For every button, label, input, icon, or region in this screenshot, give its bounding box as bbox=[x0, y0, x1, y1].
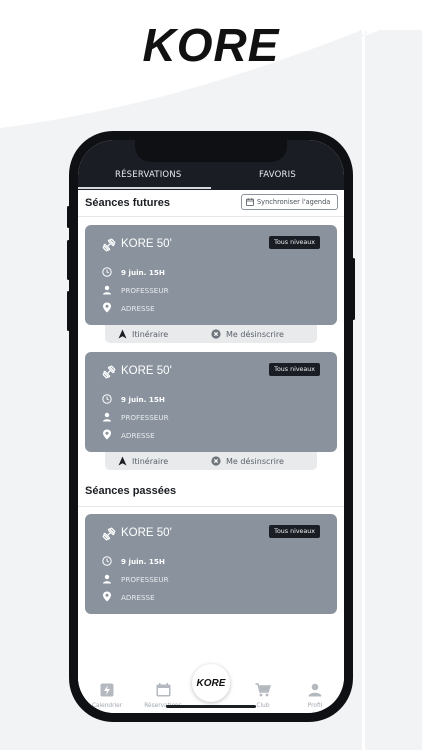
unsubscribe-label: Me désinscrire bbox=[226, 329, 284, 339]
cart-icon bbox=[255, 683, 272, 697]
itinerary-label: Itinéraire bbox=[132, 329, 169, 339]
nav-calendrier[interactable]: Calendrier bbox=[82, 682, 132, 709]
sync-calendar-button[interactable]: Synchroniser l'agenda bbox=[241, 194, 338, 210]
location-pin-icon bbox=[103, 591, 111, 602]
session-card[interactable]: KORE 50' Tous niveaux 9 juin. 15H PROFES… bbox=[85, 352, 337, 452]
level-badge: Tous niveaux bbox=[269, 236, 320, 249]
brand-logo: KORE bbox=[142, 19, 280, 71]
active-tab-indicator bbox=[78, 187, 211, 189]
dumbbell-icon bbox=[102, 238, 116, 252]
close-circle-icon bbox=[211, 329, 221, 339]
close-circle-icon bbox=[211, 456, 221, 466]
phone-notch bbox=[135, 140, 287, 162]
sync-calendar-label: Synchroniser l'agenda bbox=[257, 198, 331, 206]
unsubscribe-label: Me désinscrire bbox=[226, 456, 284, 466]
dumbbell-icon bbox=[102, 527, 116, 541]
level-badge: Tous niveaux bbox=[269, 525, 320, 538]
session-teacher: PROFESSEUR bbox=[121, 286, 169, 295]
section-divider bbox=[78, 216, 344, 217]
itinerary-button[interactable]: Itinéraire bbox=[118, 456, 168, 466]
section-divider bbox=[78, 506, 344, 507]
nav-profil-label: Profil bbox=[307, 703, 323, 709]
session-datetime: 9 juin. 15H bbox=[121, 268, 165, 277]
session-title: KORE 50' bbox=[121, 527, 172, 539]
session-teacher: PROFESSEUR bbox=[121, 413, 169, 422]
center-kore-button[interactable]: KORE bbox=[192, 664, 230, 702]
session-datetime: 9 juin. 15H bbox=[121, 557, 165, 566]
user-icon bbox=[103, 412, 111, 422]
clock-icon bbox=[102, 394, 112, 404]
unsubscribe-button[interactable]: Me désinscrire bbox=[211, 329, 284, 339]
session-title: KORE 50' bbox=[121, 238, 172, 250]
nav-profil[interactable]: Profil bbox=[290, 682, 340, 709]
clock-icon bbox=[102, 556, 112, 566]
itinerary-label: Itinéraire bbox=[132, 456, 169, 466]
location-pin-icon bbox=[103, 429, 111, 440]
location-pin-icon bbox=[103, 302, 111, 313]
session-card[interactable]: KORE 50' Tous niveaux 9 juin. 15H PROFES… bbox=[85, 514, 337, 614]
session-address: ADRESSE bbox=[121, 593, 155, 602]
tab-favoris[interactable]: FAVORIS bbox=[259, 170, 296, 180]
session-actions: Itinéraire Me désinscrire bbox=[105, 452, 317, 470]
home-indicator bbox=[166, 705, 256, 708]
session-actions: Itinéraire Me désinscrire bbox=[105, 325, 317, 343]
calendar-icon bbox=[156, 683, 170, 697]
navigation-arrow-icon bbox=[118, 456, 127, 466]
session-address: ADRESSE bbox=[121, 431, 155, 440]
session-card[interactable]: KORE 50' Tous niveaux 9 juin. 15H PROFES… bbox=[85, 225, 337, 325]
level-badge: Tous niveaux bbox=[269, 363, 320, 376]
unsubscribe-button[interactable]: Me désinscrire bbox=[211, 456, 284, 466]
nav-calendrier-label: Calendrier bbox=[91, 703, 123, 709]
lightning-icon bbox=[100, 683, 114, 697]
app-screen: RÉSERVATIONS FAVORIS Séances futures Syn… bbox=[78, 140, 344, 713]
session-datetime: 9 juin. 15H bbox=[121, 395, 165, 404]
user-icon bbox=[308, 683, 322, 697]
future-sessions-title: Séances futures bbox=[85, 197, 170, 209]
session-title: KORE 50' bbox=[121, 365, 172, 377]
user-icon bbox=[103, 285, 111, 295]
tab-reservations[interactable]: RÉSERVATIONS bbox=[115, 170, 181, 180]
dumbbell-icon bbox=[102, 365, 116, 379]
clock-icon bbox=[102, 267, 112, 277]
session-teacher: PROFESSEUR bbox=[121, 575, 169, 584]
navigation-arrow-icon bbox=[118, 329, 127, 339]
user-icon bbox=[103, 574, 111, 584]
past-sessions-title: Séances passées bbox=[85, 485, 177, 497]
calendar-icon bbox=[246, 198, 254, 206]
itinerary-button[interactable]: Itinéraire bbox=[118, 329, 168, 339]
session-address: ADRESSE bbox=[121, 304, 155, 313]
